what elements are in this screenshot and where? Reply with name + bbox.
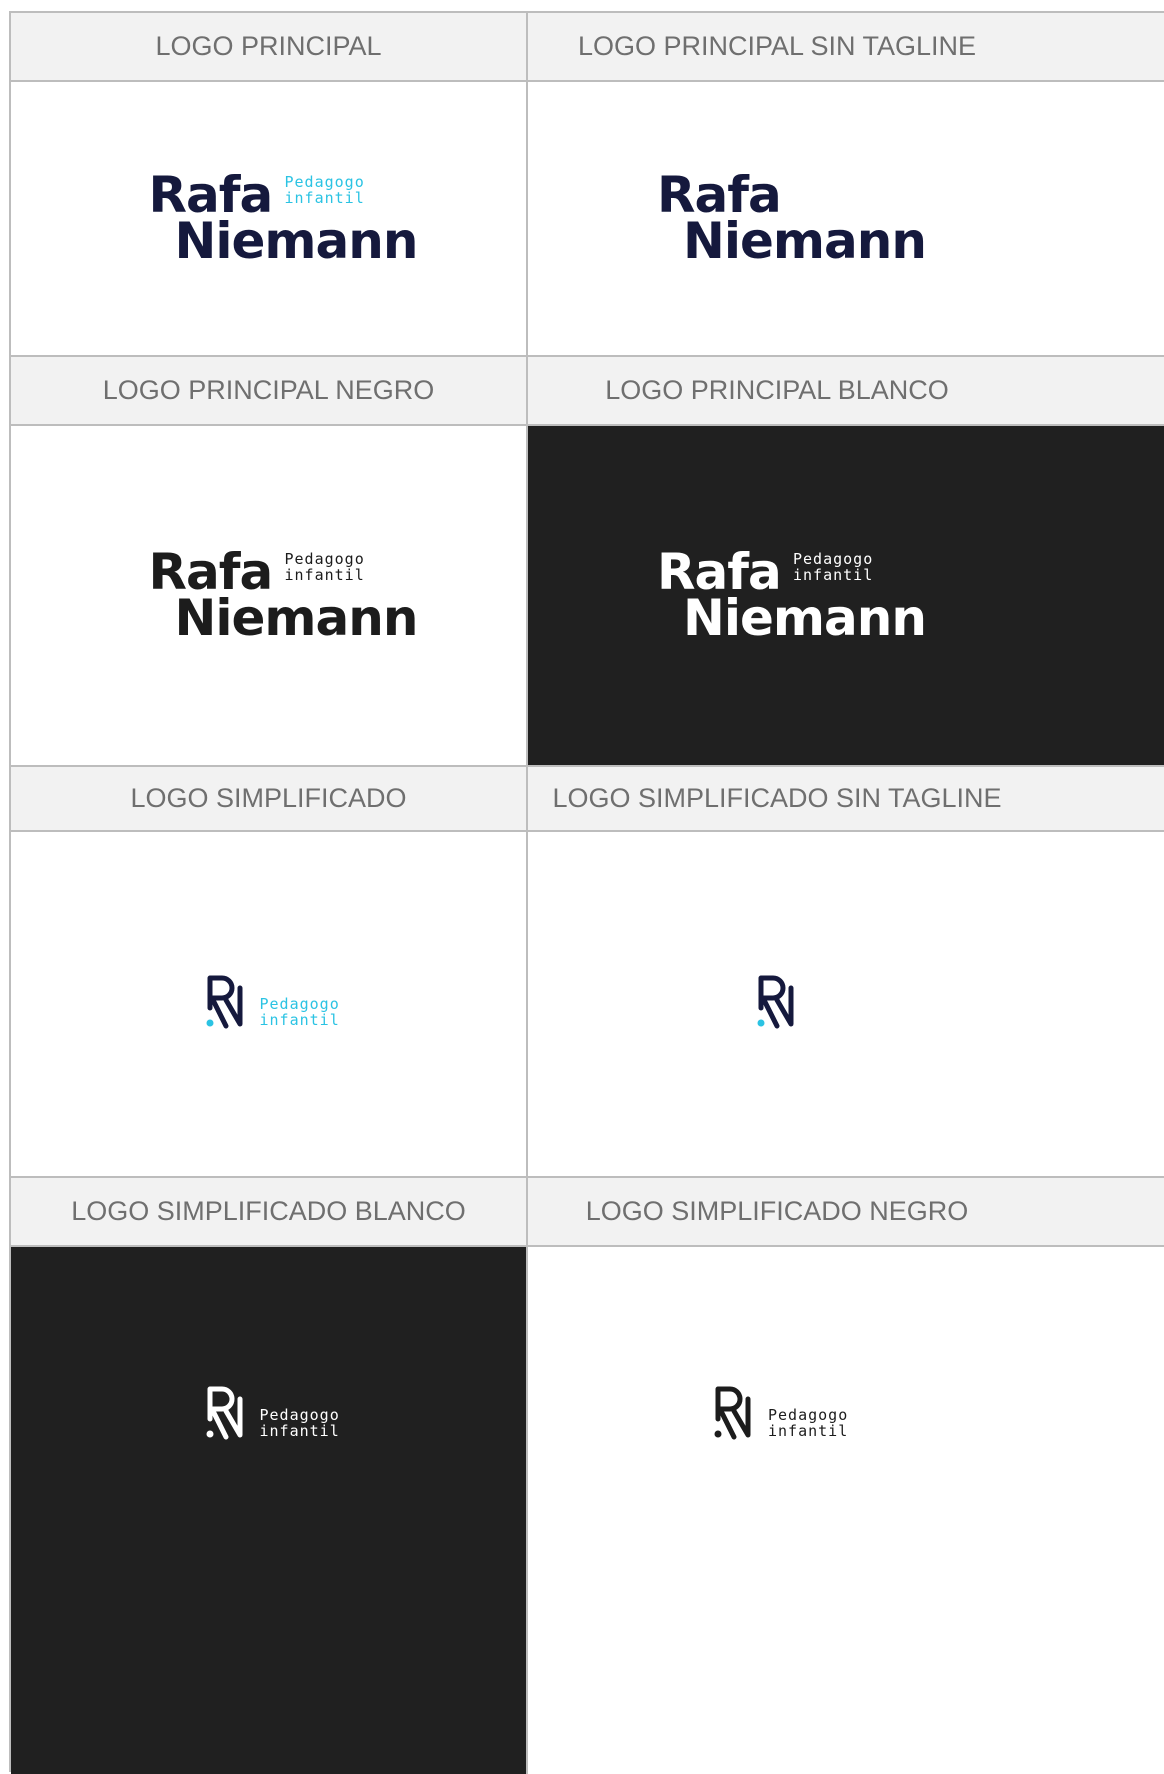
logo-simplified-white: Pedagogo infantil <box>204 1385 339 1445</box>
logo-full-black: Rafa Niemann Pedagogo infantil <box>149 547 419 645</box>
header-logo-simplificado: LOGO SIMPLIFICADO <box>11 767 528 832</box>
header-logo-principal-blanco: LOGO PRINCIPAL BLANCO <box>528 357 1164 426</box>
panel-logo-principal: Rafa Niemann Pedagogo infantil <box>11 82 528 357</box>
header-label: LOGO PRINCIPAL <box>155 31 382 61</box>
logo-full-white: Rafa Niemann Pedagogo infantil <box>657 547 927 645</box>
header-label: LOGO PRINCIPAL NEGRO <box>102 375 435 405</box>
logo-word-niemann: Niemann <box>683 211 927 270</box>
header-label: LOGO PRINCIPAL SIN TAGLINE <box>577 31 977 61</box>
panel-logo-principal-blanco: Rafa Niemann Pedagogo infantil <box>528 426 1164 767</box>
panel-logo-principal-sin-tagline: Rafa Niemann <box>528 82 1164 357</box>
logo-word-niemann: Niemann <box>174 211 419 270</box>
panel-logo-simplificado-negro: Pedagogo infantil <box>528 1247 1164 1774</box>
tagline-line2: infantil <box>284 565 365 584</box>
panel-logo-simplificado-blanco: Pedagogo infantil <box>11 1247 528 1774</box>
logo-tagline: Pedagogo infantil <box>260 1407 340 1439</box>
header-label: LOGO PRINCIPAL BLANCO <box>605 375 949 405</box>
logo-full-no-tagline: Rafa Niemann <box>657 170 927 268</box>
rn-monogram-icon <box>206 975 242 1029</box>
logo-simplified: Pedagogo infantil <box>204 974 339 1034</box>
rn-monogram-icon <box>757 975 794 1029</box>
panel-logo-simplificado-sin-tagline <box>528 832 1164 1178</box>
tagline-line2: infantil <box>793 565 874 584</box>
logo-simplified-no-tagline <box>755 974 799 1034</box>
header-label: LOGO SIMPLIFICADO NEGRO <box>585 1196 969 1226</box>
logo-tagline: Pedagogo infantil <box>285 551 365 583</box>
header-logo-principal-sin-tagline: LOGO PRINCIPAL SIN TAGLINE <box>528 13 1164 82</box>
logo-simplified-black: Pedagogo infantil <box>712 1385 847 1445</box>
panel-logo-simplificado: Pedagogo infantil <box>11 832 528 1178</box>
header-label: LOGO SIMPLIFICADO <box>130 783 407 813</box>
tagline-line2: infantil <box>768 1422 849 1440</box>
logo-tagline: Pedagogo infantil <box>285 174 365 206</box>
header-logo-principal-negro: LOGO PRINCIPAL NEGRO <box>11 357 528 426</box>
logo-tagline: Pedagogo infantil <box>793 551 873 583</box>
panel-logo-principal-negro: Rafa Niemann Pedagogo infantil <box>11 426 528 767</box>
header-logo-simplificado-negro: LOGO SIMPLIFICADO NEGRO <box>528 1178 1164 1247</box>
logo-variants-grid: LOGO PRINCIPAL LOGO PRINCIPAL SIN TAGLIN… <box>9 11 1164 1774</box>
rn-monogram-icon <box>714 1386 751 1440</box>
tagline-line2: infantil <box>259 1011 340 1029</box>
header-logo-simplificado-blanco: LOGO SIMPLIFICADO BLANCO <box>11 1178 528 1247</box>
logo-tagline: Pedagogo infantil <box>768 1407 848 1439</box>
header-label: LOGO SIMPLIFICADO BLANCO <box>71 1196 466 1226</box>
logo-word-niemann: Niemann <box>174 588 419 647</box>
tagline-line2: infantil <box>259 1422 340 1440</box>
header-logo-simplificado-sin-tagline: LOGO SIMPLIFICADO SIN TAGLINE <box>528 767 1164 832</box>
logo-full: Rafa Niemann Pedagogo infantil <box>149 170 419 268</box>
logo-word-niemann: Niemann <box>683 588 927 647</box>
rn-monogram-icon <box>206 1386 242 1440</box>
tagline-line2: infantil <box>284 188 365 207</box>
logo-tagline: Pedagogo infantil <box>260 996 340 1028</box>
header-label: LOGO SIMPLIFICADO SIN TAGLINE <box>552 783 1002 813</box>
header-logo-principal: LOGO PRINCIPAL <box>11 13 528 82</box>
